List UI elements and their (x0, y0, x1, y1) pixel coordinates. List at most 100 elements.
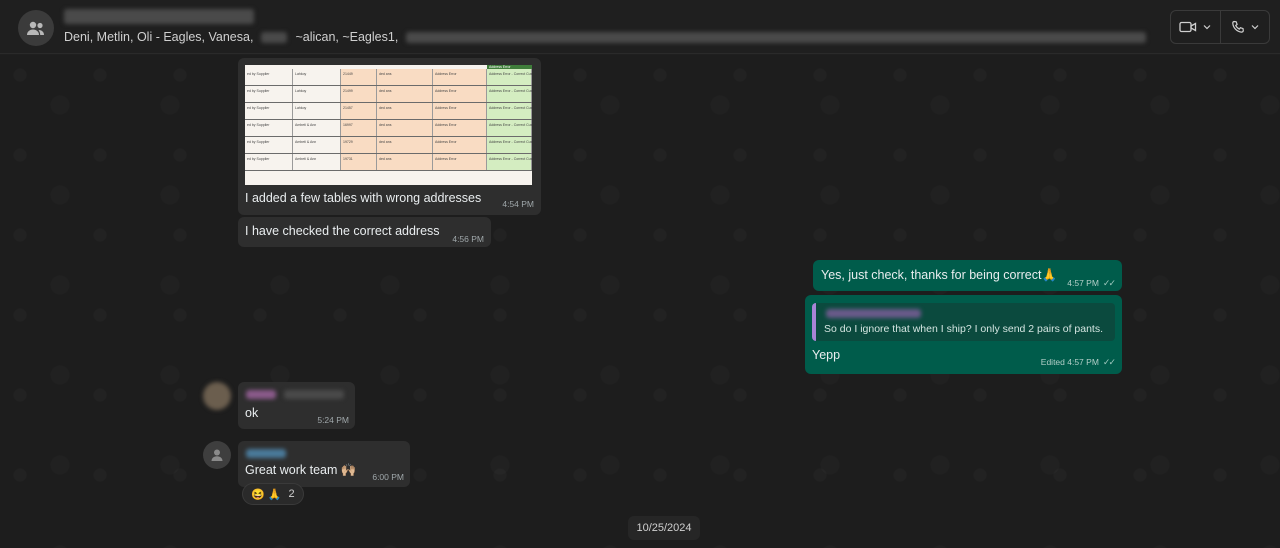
sheet-cell-text: Address Error (435, 123, 457, 127)
sheet-cell-text: ded ans (379, 157, 392, 161)
message-text: Yepp (812, 348, 841, 362)
sheet-cell: ded ans (377, 86, 433, 102)
sheet-cell-text: Address Error - Correct Customer (489, 106, 532, 110)
sheet-cell-text: ded ans (379, 72, 392, 76)
message-text: Great work team 🙌🏼 (245, 463, 357, 477)
message-text: I added a few tables with wrong addresse… (245, 191, 482, 205)
participants-list[interactable]: Deni, Metlin, Oli - Eagles, Vanesa, ~ali… (64, 30, 1147, 44)
sheet-cell: 21449 (341, 69, 377, 85)
sheet-cell: Ambeti & Ann (293, 137, 341, 153)
double-check-icon: ✓✓ (1102, 278, 1116, 288)
group-icon (27, 21, 44, 35)
incoming-message[interactable]: ok 5:24 PM (238, 382, 355, 429)
sheet-cell-text: ed by Supplier (247, 89, 270, 93)
sheet-cell-text: 21457 (343, 106, 353, 110)
chat-title-redacted[interactable] (64, 9, 254, 24)
sheet-cell: Ambeti & Ann (293, 154, 341, 170)
sheet-row: ed by Supplier Lahkoy 21499 ded ans Address … (245, 86, 532, 103)
sheet-cell-text: ed by Supplier (247, 72, 270, 76)
sheet-cell-text: ded ans (379, 140, 392, 144)
sheet-row: ed by Supplier Ambeti & Ann 19731 ded ans Ad… (245, 154, 532, 171)
sheet-cell: Address Error (433, 86, 487, 102)
chevron-down-icon (1251, 25, 1259, 30)
message-time: 4:54 PM (502, 199, 534, 209)
sheet-cell: ded ans (377, 154, 433, 170)
quoted-text: So do I ignore that when I ship? I only … (824, 323, 1104, 335)
message-list[interactable]: Address Error ed by Supplier Lahkoy 21449 de… (0, 55, 1280, 548)
avatar[interactable] (203, 441, 231, 469)
sheet-cell: ed by Supplier (245, 103, 293, 119)
redacted-participants (406, 31, 1147, 43)
sheet-cell-text: Address Error (435, 106, 457, 110)
sheet-cell: 21499 (341, 86, 377, 102)
sheet-cell: Address Error - Correct Customer (487, 69, 532, 85)
outgoing-reply-message[interactable]: So do I ignore that when I ship? I only … (805, 295, 1122, 374)
sheet-cell-text: Address Error (435, 72, 457, 76)
sheet-cell-text: 21499 (343, 89, 353, 93)
message-time-text: Edited 4:57 PM (1040, 357, 1099, 367)
sheet-cell-text: 19729 (343, 140, 353, 144)
reaction-count: 2 (288, 488, 295, 500)
sheet-cell-text: Address Error - Correct Customer (489, 89, 532, 93)
group-avatar[interactable] (18, 10, 54, 46)
sheet-cell-text: Lahkoy (295, 72, 307, 76)
sheet-cell: Address Error - Correct Customer (487, 86, 532, 102)
sheet-cell: ded ans (377, 69, 433, 85)
sheet-cell: Address Error - Correct Customer (487, 137, 532, 153)
sheet-cell: 21457 (341, 103, 377, 119)
sheet-cell: Address Error - Correct Customer (487, 120, 532, 136)
quoted-message[interactable]: So do I ignore that when I ship? I only … (812, 303, 1115, 341)
video-call-button[interactable] (1171, 11, 1220, 43)
message-time: 6:00 PM (372, 472, 404, 482)
sheet-cell-text: ded ans (379, 106, 392, 110)
incoming-message[interactable]: I have checked the correct address 4:56 … (238, 217, 491, 247)
sheet-cell: Lahkoy (293, 86, 341, 102)
sheet-cell-text: ed by Supplier (247, 140, 270, 144)
sheet-cell: Address Error (433, 103, 487, 119)
sheet-cell-text: Address Error - Correct Customer (489, 123, 532, 127)
sheet-cell-text: ed by Supplier (247, 157, 270, 161)
sheet-cell: 19729 (341, 137, 377, 153)
sheet-cell-text: ed by Supplier (247, 106, 270, 110)
sheet-cell-text: Address Error (435, 140, 457, 144)
avatar[interactable] (203, 382, 231, 410)
phone-call-icon (1231, 20, 1244, 33)
quoted-sender-redacted (826, 309, 921, 318)
sheet-cell-text: Address Error (435, 157, 457, 161)
message-time: 4:56 PM (452, 234, 484, 244)
message-time-text: 4:57 PM (1067, 278, 1099, 288)
voice-call-button[interactable] (1219, 11, 1270, 43)
sheet-cell: Address Error (433, 154, 487, 170)
sheet-cell-text: Lahkoy (295, 89, 307, 93)
sender-name-redacted (246, 390, 276, 399)
chevron-down-icon (1203, 25, 1211, 30)
call-buttons (1170, 10, 1270, 44)
sheet-cell-text: Address Error (435, 89, 457, 93)
sheet-cell: ded ans (377, 120, 433, 136)
video-call-icon (1179, 21, 1197, 33)
sender-phone-redacted (284, 390, 344, 399)
sheet-cell: Address Error (433, 137, 487, 153)
image-message[interactable]: Address Error ed by Supplier Lahkoy 21449 de… (238, 58, 541, 215)
sheet-row: ed by Supplier Ambeti & Ann 16997 ded ans Ad… (245, 120, 532, 137)
sheet-cell-text: Address Error - Correct Customer (489, 140, 532, 144)
incoming-message[interactable]: Great work team 🙌🏼 6:00 PM (238, 441, 410, 487)
sheet-cell-text: 21449 (343, 72, 353, 76)
sheet-cell: Address Error (433, 120, 487, 136)
sheet-cell: Lahkoy (293, 103, 341, 119)
sheet-cell: Address Error - Correct Customer (487, 154, 532, 170)
sheet-cell-text: Ambeti & Ann (295, 157, 317, 161)
sender-name-redacted (246, 449, 286, 458)
sheet-row: ed by Supplier Lahkoy 21449 ded ans Address … (245, 69, 532, 86)
spreadsheet-image[interactable]: Address Error ed by Supplier Lahkoy 21449 de… (245, 65, 532, 185)
sheet-cell: Lahkoy (293, 69, 341, 85)
participants-text-2: ~alican, ~Eagles1, (295, 30, 399, 44)
sheet-cell: ed by Supplier (245, 154, 293, 170)
outgoing-message[interactable]: Yes, just check, thanks for being correc… (813, 260, 1122, 291)
reaction-badge[interactable]: 😆 🙏 2 (242, 483, 304, 505)
sheet-cell: ed by Supplier (245, 137, 293, 153)
sheet-cell-text: ded ans (379, 89, 392, 93)
sheet-cell: Ambeti & Ann (293, 120, 341, 136)
sheet-cell: 16997 (341, 120, 377, 136)
sheet-row: ed by Supplier Lahkoy 21457 ded ans Address … (245, 103, 532, 120)
